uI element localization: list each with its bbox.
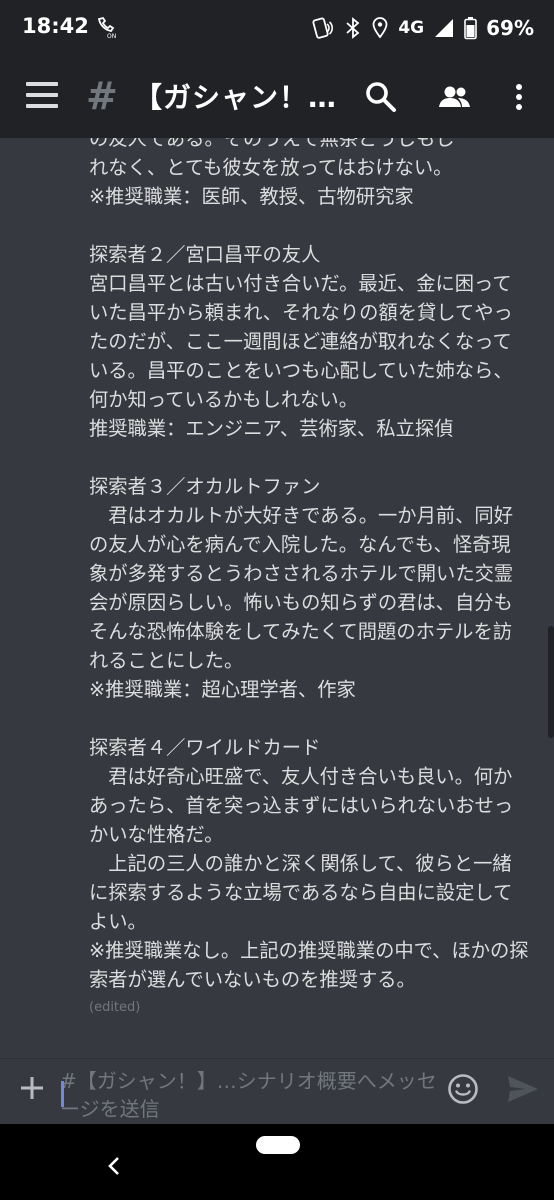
investigator-2-title: 探索者２／宮口昌平の友人 xyxy=(89,243,321,266)
message-composer: #【ガシャン！】…シナリオ概要へメッセージを送信 xyxy=(0,1058,554,1125)
home-button[interactable] xyxy=(256,1136,300,1154)
scrollbar-thumb[interactable] xyxy=(548,626,554,738)
members-icon[interactable] xyxy=(438,80,472,114)
system-nav-bar xyxy=(0,1124,554,1200)
message-content: の友人である。そのうえで無茶どうしもし れなく、とても彼女を放ってはおけない。 … xyxy=(89,138,529,1018)
investigator-1-text: れなく、とても彼女を放ってはおけない。 xyxy=(89,156,453,179)
search-icon[interactable] xyxy=(364,80,398,114)
back-chevron-icon[interactable] xyxy=(104,1154,124,1178)
send-icon[interactable] xyxy=(506,1074,540,1104)
signal-icon xyxy=(435,19,454,37)
call-forwarding-icon: ON xyxy=(97,16,116,39)
investigator-3-jobs: ※推奨職業：超心理学者、作家 xyxy=(89,678,356,701)
message-partial-line: の友人である。そのうえで無茶どうしもし xyxy=(89,138,455,150)
investigator-2-text: 宮口昌平とは古い付き合いだ。最近、金に困っていた昌平から頼まれ、それなりの額を貸… xyxy=(89,272,513,411)
investigator-4-text-1: 君は好奇心旺盛で、友人付き合いも良い。何かあったら、首を突っ込まずにはいられない… xyxy=(89,765,514,846)
investigator-1-jobs: ※推奨職業：医師、教授、古物研究家 xyxy=(89,185,414,208)
investigator-3-title: 探索者３／オカルトファン xyxy=(89,475,321,498)
status-time: 18:42 xyxy=(22,14,89,38)
investigator-4-text-2: 上記の三人の誰かと深く関係して、彼らと一緒に探索するような立場であるなら自由に設… xyxy=(89,852,513,933)
emoji-icon[interactable] xyxy=(447,1073,479,1105)
investigator-4-jobs: ※推奨職業なし。上記の推奨職業の中で、ほかの探索者が選んでいないものを推奨する。 xyxy=(89,939,529,991)
nfc-icon xyxy=(312,17,334,39)
message-input[interactable]: #【ガシャン！】…シナリオ概要へメッセージを送信 xyxy=(60,1067,440,1123)
bluetooth-icon xyxy=(346,17,360,39)
svg-text:ON: ON xyxy=(107,33,116,39)
investigator-4-title: 探索者４／ワイルドカード xyxy=(89,736,321,759)
more-vert-icon[interactable] xyxy=(502,80,536,114)
text-caret xyxy=(61,1081,64,1107)
battery-level: 69% xyxy=(486,16,534,40)
investigator-3-text: 君はオカルトが大好きである。一か月前、同好の友人が心を病んで入院した。なんでも、… xyxy=(89,504,514,672)
app-bar: # 【ガシャン！… xyxy=(0,56,554,138)
edited-label: (edited) xyxy=(89,1000,141,1015)
add-icon[interactable] xyxy=(17,1073,47,1103)
hash-icon: # xyxy=(86,74,118,118)
status-bar: 18:42 ON 4G 69% xyxy=(0,0,554,56)
channel-title[interactable]: 【ガシャン！… xyxy=(134,76,352,116)
message-list[interactable]: の友人である。そのうえで無茶どうしもし れなく、とても彼女を放ってはおけない。 … xyxy=(0,138,554,1062)
network-type: 4G xyxy=(398,18,425,38)
status-icons: 4G 69% xyxy=(311,12,534,44)
battery-icon xyxy=(464,17,477,40)
investigator-2-jobs: 推奨職業：エンジニア、芸術家、私立探偵 xyxy=(89,417,454,440)
menu-icon[interactable] xyxy=(26,82,58,112)
location-icon xyxy=(372,17,388,39)
